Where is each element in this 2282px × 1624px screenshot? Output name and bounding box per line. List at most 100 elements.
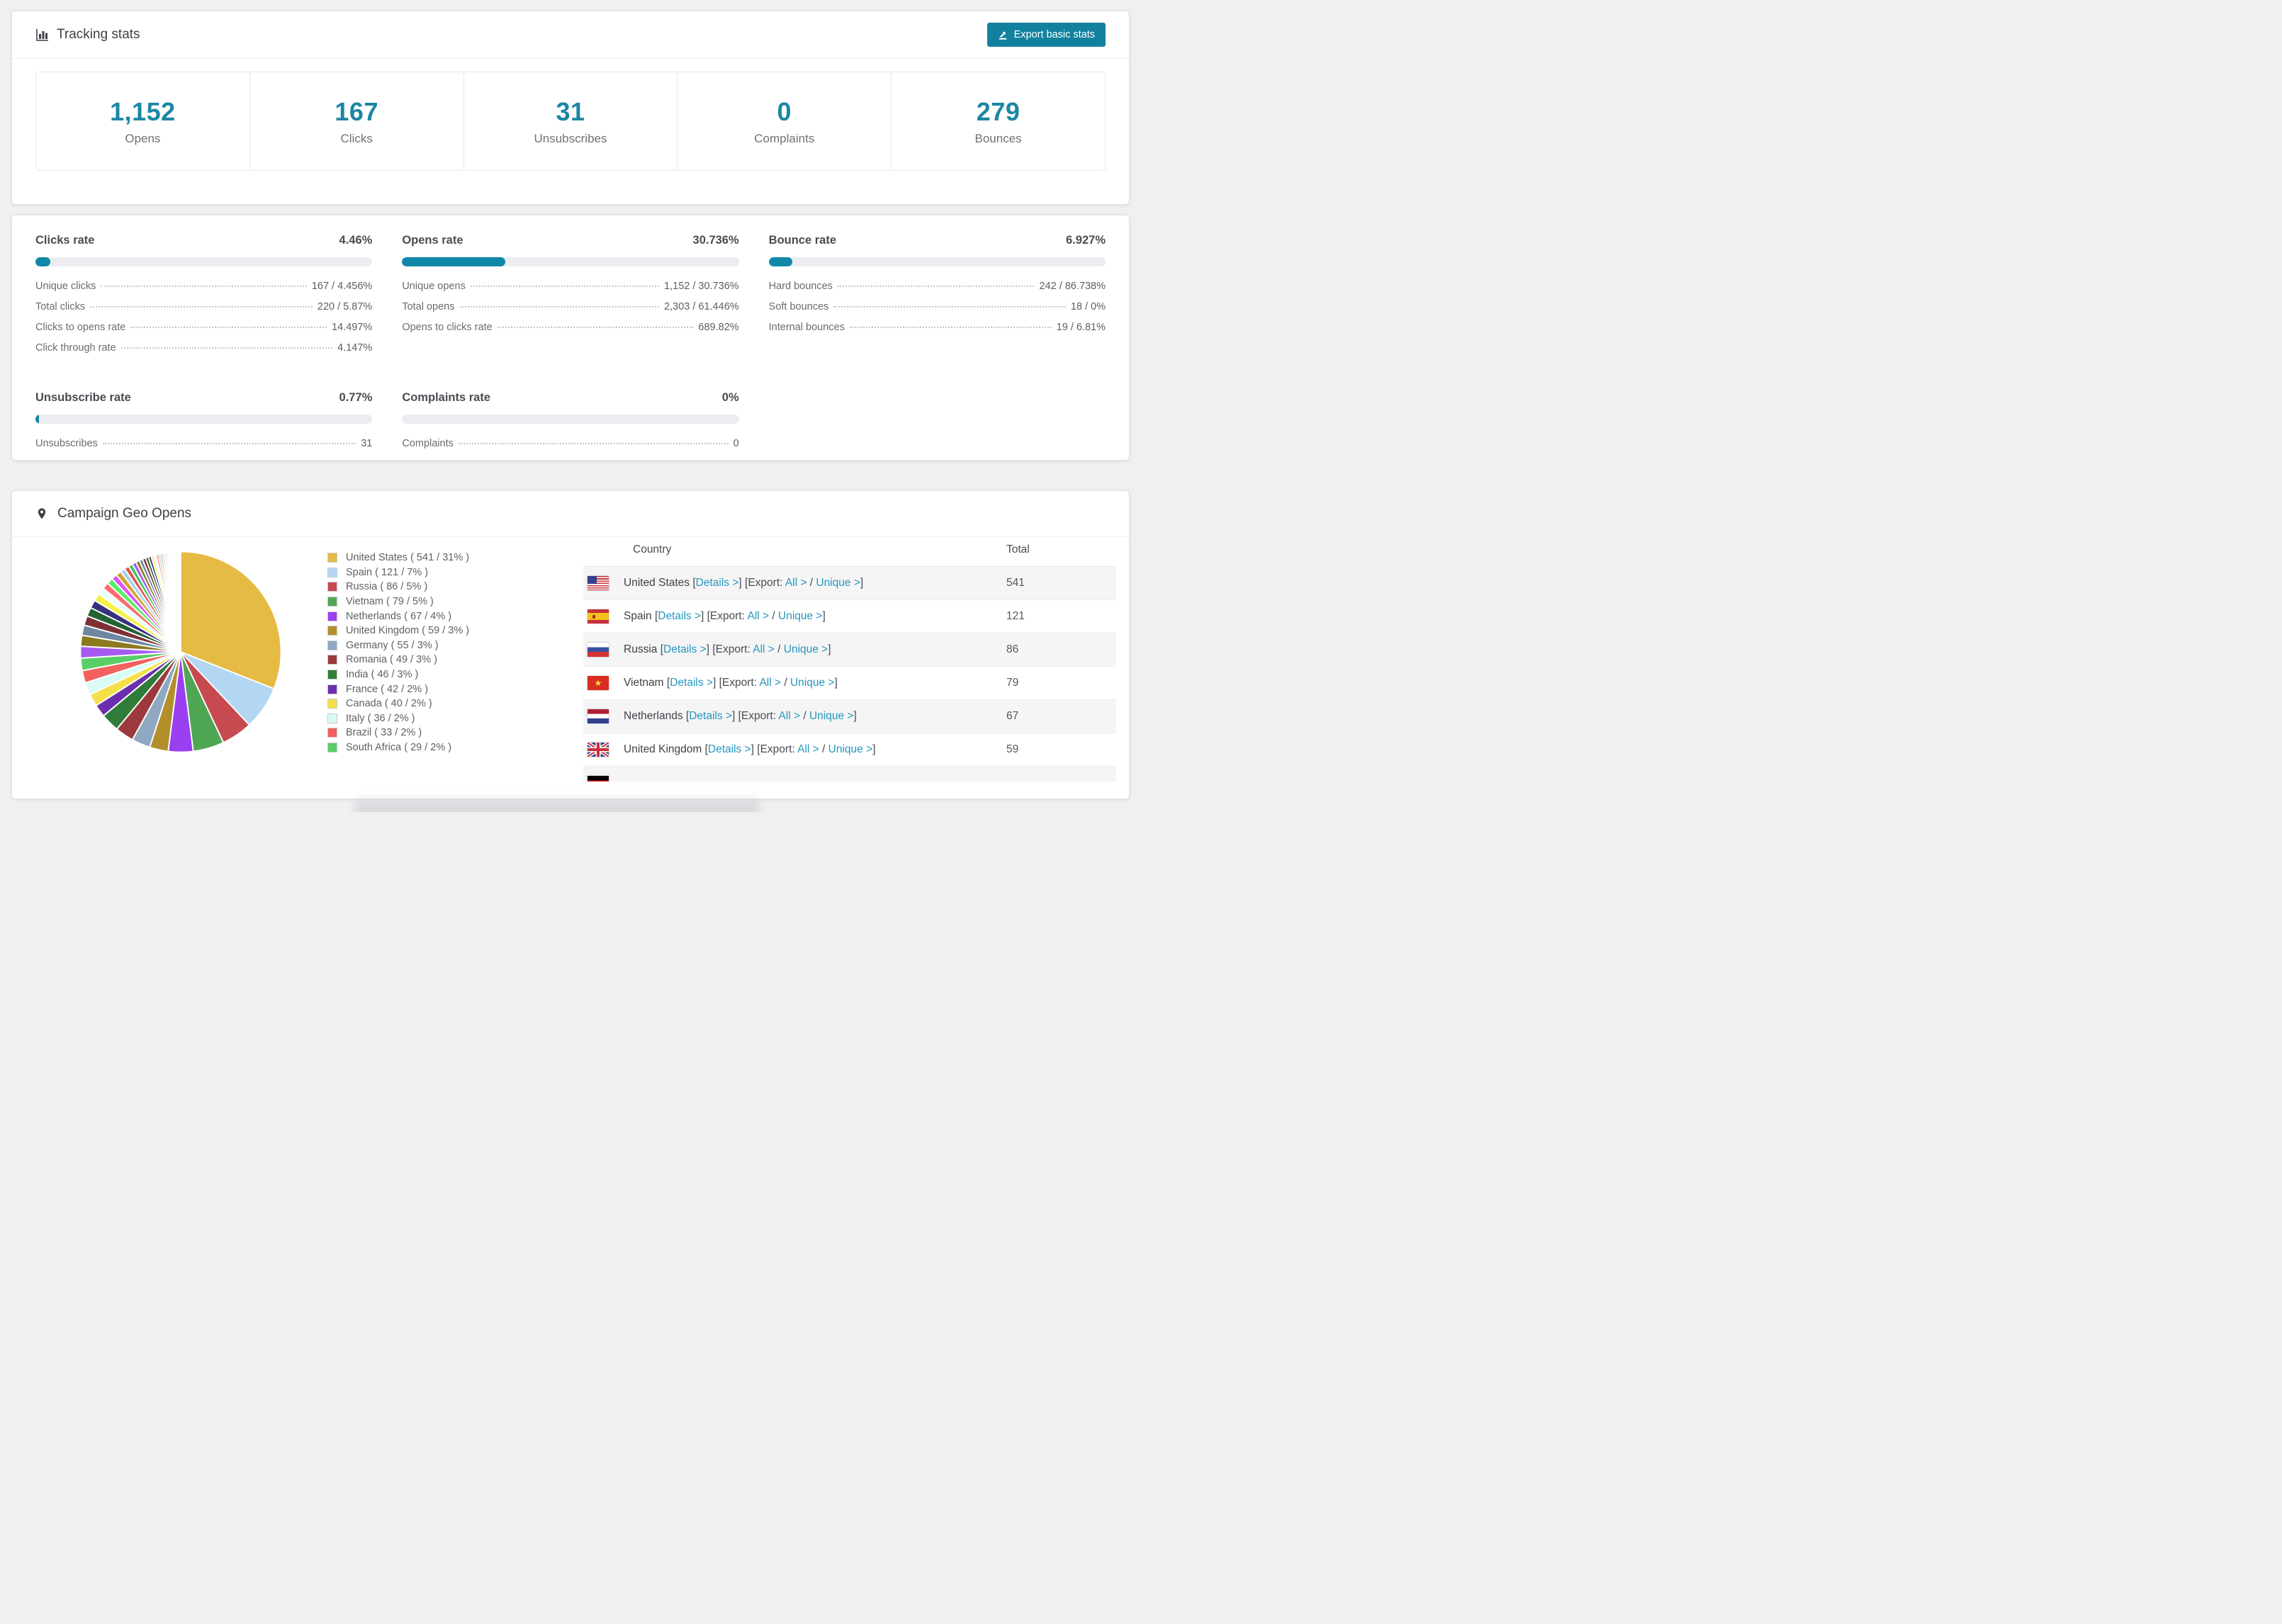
country-name: United Kingdom <box>624 743 705 755</box>
legend-swatch <box>327 699 337 709</box>
export-basic-stats-button[interactable]: Export basic stats <box>987 23 1106 47</box>
campaign-geo-opens-header: Campaign Geo Opens <box>12 491 1129 537</box>
rate-detail-value: 19 / 6.81% <box>1056 322 1106 333</box>
export-all-link[interactable]: All > <box>759 677 781 689</box>
rate-progress-bar <box>768 257 1106 266</box>
rate-title: Opens rate <box>402 234 463 247</box>
rate-detail-value: 0 <box>733 438 739 449</box>
legend-label: South Africa ( 29 / 2% ) <box>346 742 452 754</box>
rate-detail-row: Complaints 0 <box>402 438 738 458</box>
pie-slice-other[interactable] <box>179 551 181 653</box>
stat-cell-unsubscribes: 31 Unsubscribes <box>463 72 678 170</box>
table-row-vietnam: Vietnam [Details >] [Export: All > / Uni… <box>583 667 1116 700</box>
details-link[interactable]: Details > <box>696 577 739 589</box>
rate-detail-value: 18 / 0% <box>1070 301 1106 312</box>
legend-swatch <box>327 626 337 636</box>
rate-detail-label: Unique opens <box>402 281 466 292</box>
export-all-link[interactable]: All > <box>778 710 800 722</box>
dotted-leader <box>497 327 694 328</box>
rates-grid: Clicks rate 4.46% Unique clicks 167 / 4.456… <box>35 234 1106 458</box>
geo-opens-pie-chart[interactable] <box>74 545 288 759</box>
es-flag-icon <box>588 609 609 624</box>
dotted-leader <box>470 286 660 287</box>
country-name: Vietnam <box>624 677 667 689</box>
geo-table-body: United States [Details >] [Export: All >… <box>583 567 1116 782</box>
export-unique-link[interactable]: Unique > <box>828 743 872 755</box>
legend-label: Germany ( 55 / 3% ) <box>346 639 439 651</box>
country-cell-text: United States [Details >] [Export: All >… <box>624 577 864 589</box>
rate-detail-label: Click through rate <box>35 342 116 354</box>
details-link[interactable]: Details > <box>658 610 701 622</box>
dotted-leader <box>130 327 327 328</box>
details-link[interactable]: Details > <box>708 743 751 755</box>
stat-value: 31 <box>556 96 585 126</box>
export-all-link[interactable]: All > <box>753 643 775 655</box>
stat-cell-opens: 1,152 Opens <box>36 72 249 170</box>
stat-label: Bounces <box>974 131 1022 145</box>
legend-item: Netherlands ( 67 / 4% ) <box>327 609 469 624</box>
legend-item: Romania ( 49 / 3% ) <box>327 653 469 667</box>
legend-label: Netherlands ( 67 / 4% ) <box>346 610 452 622</box>
stat-label: Clicks <box>340 131 373 145</box>
export-unique-link[interactable]: Unique > <box>778 610 822 622</box>
legend-item: Brazil ( 33 / 2% ) <box>327 726 469 740</box>
stat-value: 1,152 <box>110 96 176 126</box>
rate-detail-value: 220 / 5.87% <box>317 301 373 312</box>
details-link[interactable]: Details > <box>663 643 707 655</box>
tracking-stats-title-text: Tracking stats <box>57 27 140 42</box>
country-name: Russia <box>624 643 661 655</box>
export-all-link[interactable]: All > <box>797 743 819 755</box>
rate-detail-label: Unique clicks <box>35 281 96 292</box>
total-cell: 121 <box>1006 610 1025 622</box>
rate-value: 4.46% <box>339 234 373 247</box>
rate-detail-row: Click through rate 4.147% <box>35 342 372 363</box>
rate-detail-row: Total clicks 220 / 5.87% <box>35 301 372 322</box>
country-cell-text: Netherlands [Details >] [Export: All > /… <box>624 710 857 722</box>
rate-value: 0.77% <box>339 391 373 404</box>
tracking-stats-card: Tracking stats Export basic stats 1,152 O… <box>11 11 1130 205</box>
rate-block-complaints-rate: Complaints rate 0% Complaints 0 <box>402 391 739 458</box>
geo-table-header-row: Country Total <box>583 534 1116 567</box>
stat-label: Complaints <box>754 131 815 145</box>
country-name: Netherlands <box>624 710 686 722</box>
details-link[interactable]: Details > <box>670 677 713 689</box>
stat-label: Unsubscribes <box>534 131 607 145</box>
rate-detail-value: 242 / 86.738% <box>1039 281 1106 292</box>
export-unique-link[interactable]: Unique > <box>816 577 860 589</box>
legend-item: South Africa ( 29 / 2% ) <box>327 740 469 755</box>
rate-progress-fill <box>35 415 39 424</box>
legend-swatch <box>327 640 337 650</box>
export-unique-link[interactable]: Unique > <box>784 643 828 655</box>
rate-detail-row: Internal bounces 19 / 6.81% <box>769 322 1106 342</box>
rate-progress-fill <box>35 257 51 266</box>
rate-block-unsubscribe-rate: Unsubscribe rate 0.77% Unsubscribes 31 <box>35 391 373 458</box>
stat-cell-complaints: 0 Complaints <box>677 72 891 170</box>
rate-title: Clicks rate <box>35 234 95 247</box>
export-all-link[interactable]: All > <box>785 577 807 589</box>
details-link[interactable]: Details > <box>689 710 732 722</box>
rate-detail-row: Opens to clicks rate 689.82% <box>402 322 738 342</box>
country-name: United States <box>624 577 693 589</box>
rate-detail-value: 2,303 / 61.446% <box>664 301 739 312</box>
total-cell: 59 <box>1006 743 1019 755</box>
dotted-leader <box>833 306 1066 308</box>
dotted-leader <box>459 306 660 308</box>
legend-swatch <box>327 567 337 577</box>
geo-opens-table: Country Total United States [Details >] … <box>583 534 1116 782</box>
legend-swatch <box>327 582 337 592</box>
rate-progress-bar <box>402 257 739 266</box>
total-cell: 86 <box>1006 643 1019 655</box>
rate-detail-label: Total opens <box>402 301 455 312</box>
export-all-link[interactable]: All > <box>748 610 770 622</box>
legend-label: Brazil ( 33 / 2% ) <box>346 727 422 739</box>
rate-detail-label: Soft bounces <box>768 301 829 312</box>
country-cell-text: Russia [Details >] [Export: All > / Uniq… <box>624 643 831 655</box>
rate-title: Unsubscribe rate <box>35 391 131 404</box>
us-flag-icon <box>588 576 609 590</box>
table-row-spain: Spain [Details >] [Export: All > / Uniqu… <box>583 600 1116 633</box>
legend-label: Russia ( 86 / 5% ) <box>346 581 428 593</box>
total-cell: 67 <box>1006 710 1019 722</box>
total-column-header: Total <box>1006 543 1030 556</box>
export-unique-link[interactable]: Unique > <box>790 677 834 689</box>
export-unique-link[interactable]: Unique > <box>809 710 853 722</box>
